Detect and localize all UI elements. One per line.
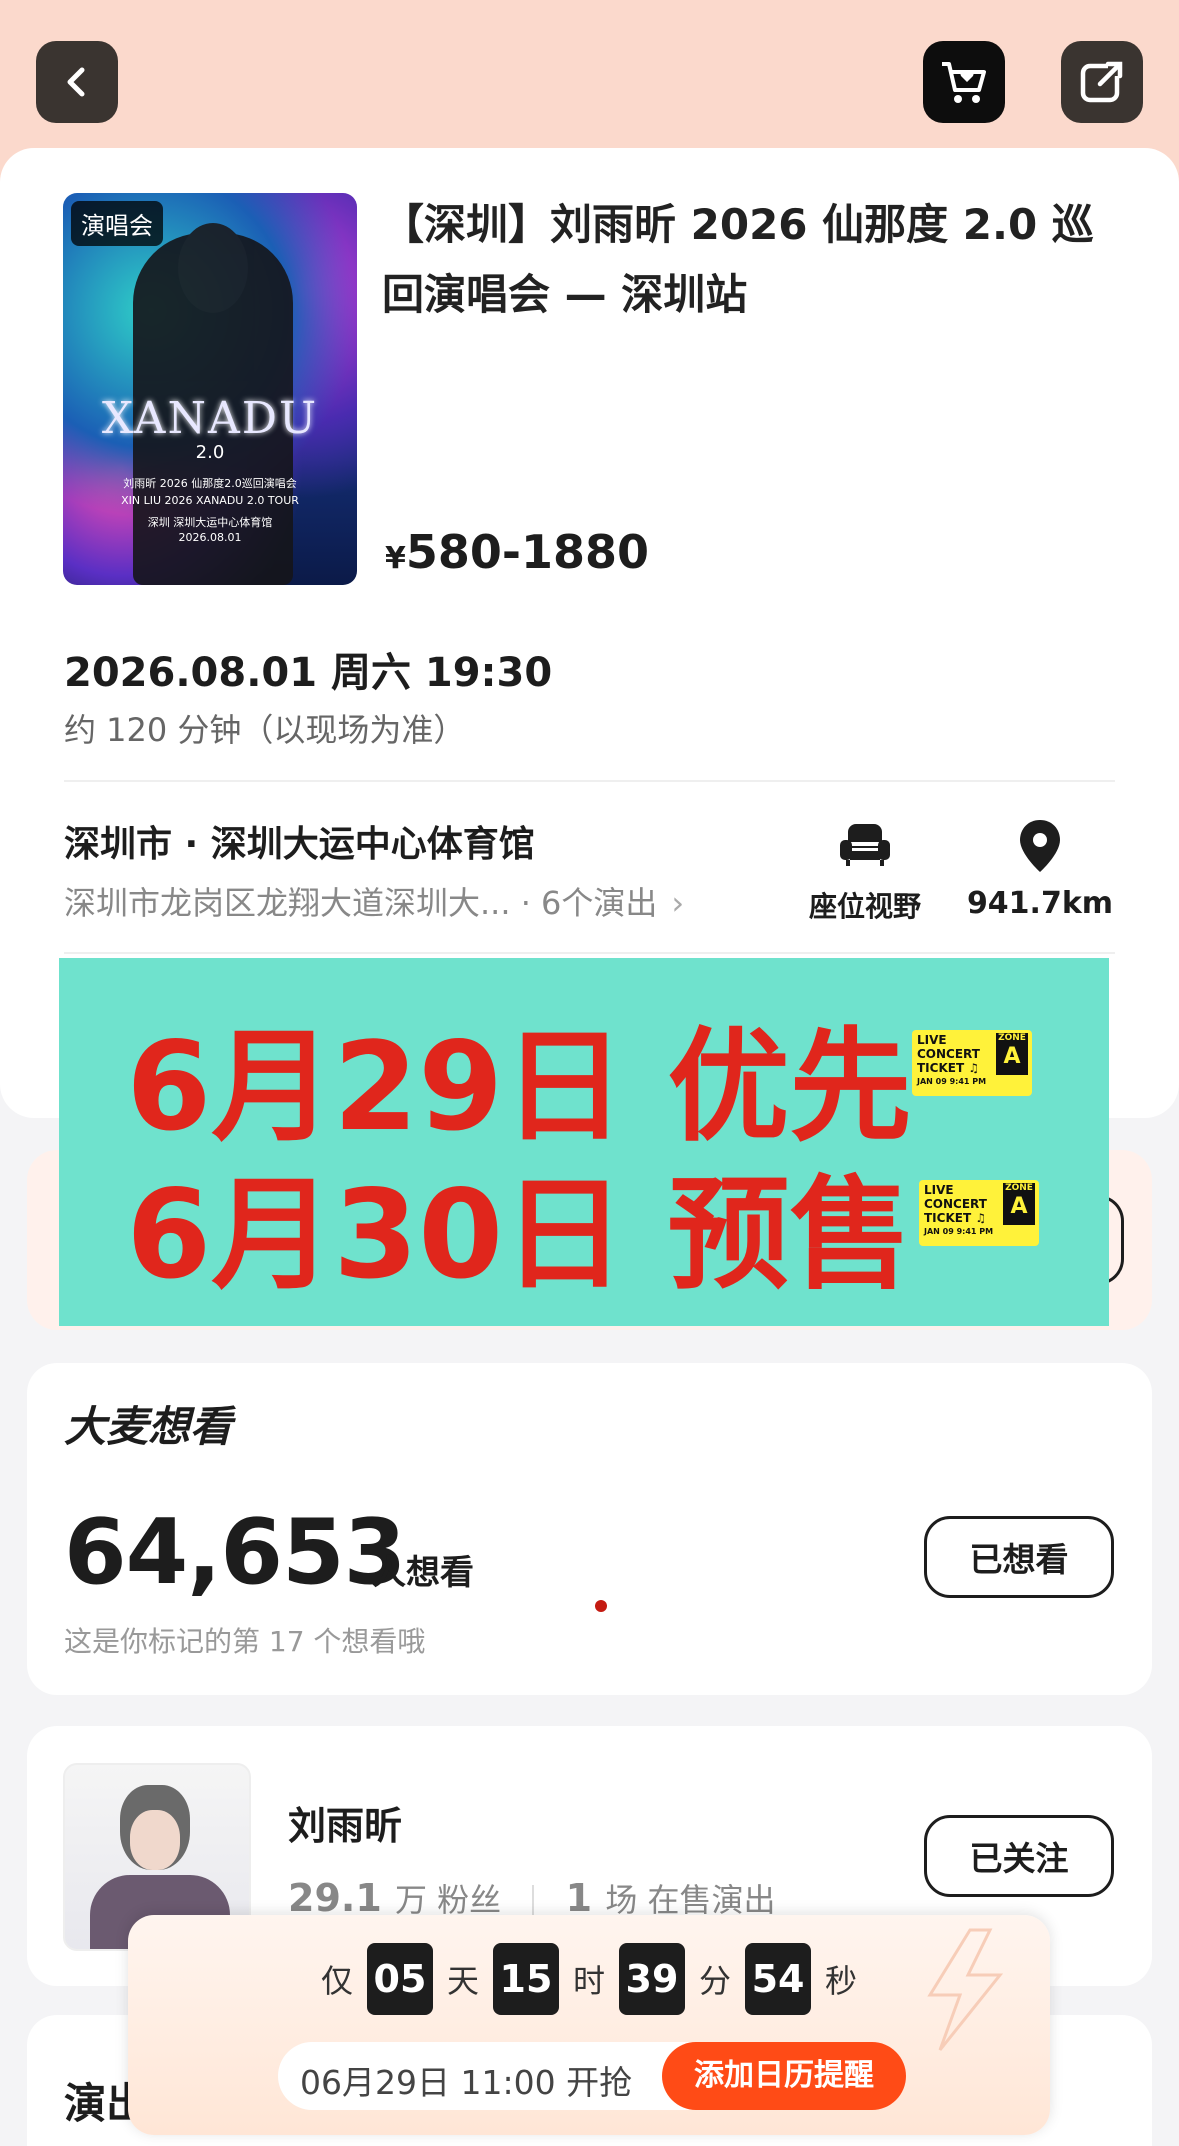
poster-brand: XANADU [101,393,319,444]
location-pin-icon [1020,820,1060,872]
wish-count: 64,653 [64,1500,406,1605]
add-calendar-reminder-button[interactable]: 添加日历提醒 [662,2042,906,2110]
ticket-date: JAN 09 9:41 PM [917,1077,987,1086]
price-range: ¥580-1880 [385,525,649,579]
cart-heart-icon [942,62,986,103]
event-duration: 约 120 分钟（以现场为准） [64,711,466,749]
divider [64,952,1115,954]
ticket-date: JAN 09 9:41 PM [924,1227,994,1236]
poster-tag: 演唱会 [71,201,163,246]
poster-line-4: 2026.08.01 [178,531,242,544]
wish-heading: 大麦想看 [64,1402,233,1451]
venue-address[interactable]: 深圳市龙岗区龙翔大道深圳大... · 6个演出 › [64,878,684,924]
chevron-right-icon: › [671,884,685,922]
poster-line-3: 深圳 深圳大运中心体育馆 [147,516,273,529]
cart-button[interactable] [923,41,1005,123]
event-title: 【深圳】刘雨昕 2026 仙那度 2.0 巡回演唱会 — 深圳站 [382,200,1094,319]
distance-label: 941.7km [966,886,1114,921]
chevron-left-icon [67,67,85,97]
sale-start-time: 06月29日 11:00 开抢 [300,2063,633,2102]
fans-label: 万 粉丝 [395,1881,502,1919]
seat-view-button[interactable]: 座位视野 [805,820,925,925]
countdown-seconds: 54 [745,1943,812,2015]
countdown-hours-label: 时 [572,1962,605,2000]
ticket-sticker: LIVE CONCERT TICKET ♫ JAN 09 9:41 PM ZON… [912,1030,1032,1096]
back-button[interactable] [36,41,118,123]
presale-promo-banner: 6月29日 优先 6月30日 预售 LIVE CONCERT TICKET ♫ … [59,958,1109,1326]
wish-unit: 人想看 [372,1553,474,1593]
promo-line-2: 6月30日 预售 [126,1164,912,1306]
countdown-timer: 仅 05 天 15 时 39 分 54 秒 [128,1943,1050,2015]
countdown-hours: 15 [492,1943,559,2015]
countdown-minutes: 39 [619,1943,685,2015]
ticket-sticker: LIVE CONCERT TICKET ♫ JAN 09 9:41 PM ZON… [919,1180,1039,1246]
share-icon [1080,59,1125,103]
map-button[interactable]: 941.7km [960,818,1120,921]
countdown-panel: 仅 05 天 15 时 39 分 54 秒 06月29日 11:00 开抢 添加… [128,1915,1050,2135]
red-dot [595,1600,607,1612]
price-value: 580-1880 [405,525,650,579]
poster-brand-sub: 2.0 [195,442,225,463]
countdown-seconds-label: 秒 [825,1962,858,2000]
fans-count: 29.1 [288,1876,382,1920]
divider [64,780,1115,782]
wish-note: 这是你标记的第 17 个想看哦 [64,1625,426,1658]
countdown-minutes-label: 分 [699,1962,732,2000]
shows-count: 1 [565,1876,593,1920]
countdown-days-label: 天 [446,1962,479,2000]
artist-name[interactable]: 刘雨昕 [288,1795,402,1850]
price-symbol: ¥ [385,541,406,576]
sale-start-pill: 06月29日 11:00 开抢 添加日历提醒 [278,2042,906,2110]
event-poster[interactable]: 演唱会 XANADU 2.0 刘雨昕 2026 仙那度2.0巡回演唱会 XIN … [63,193,357,585]
wish-button[interactable]: 已想看 [924,1516,1114,1598]
venue-address-text: 深圳市龙岗区龙翔大道深圳大... · 6个演出 [64,884,658,922]
shows-label: 场 在售演出 [605,1881,776,1919]
ticket-zone: ZONE A [1003,1183,1035,1225]
seat-view-label: 座位视野 [808,890,921,923]
armchair-icon [840,824,890,866]
share-button[interactable] [1061,41,1143,123]
countdown-prefix: 仅 [320,1962,353,2000]
ticket-zone: ZONE A [996,1033,1028,1075]
event-date: 2026.08.01 周六 19:30 [64,650,553,696]
poster-line-1: 刘雨昕 2026 仙那度2.0巡回演唱会 [123,477,297,490]
venue-name[interactable]: 深圳市 · 深圳大运中心体育馆 [64,815,535,867]
countdown-days: 05 [366,1943,433,2015]
poster-line-2: XIN LIU 2026 XANADU 2.0 TOUR [121,494,299,507]
follow-button[interactable]: 已关注 [924,1815,1114,1897]
